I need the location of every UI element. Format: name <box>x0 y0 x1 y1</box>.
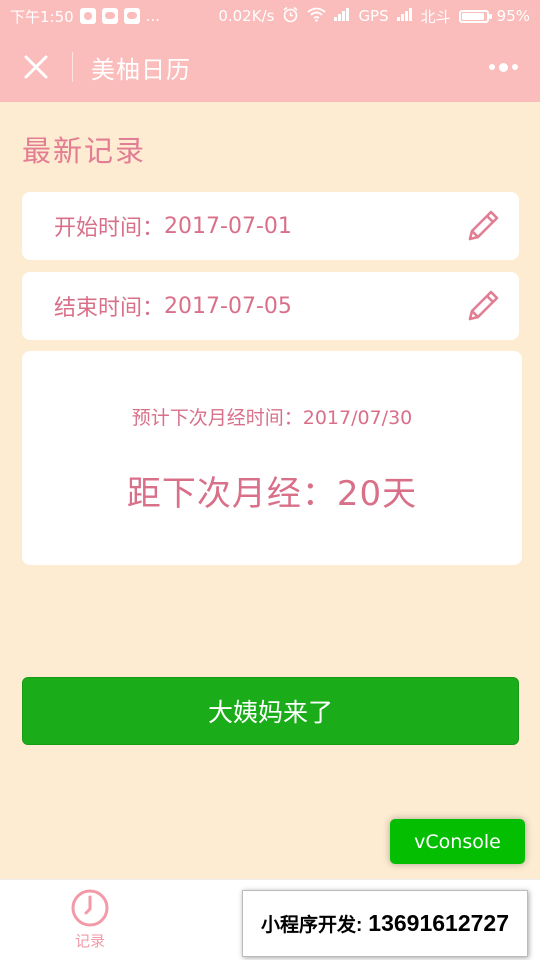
developer-watermark: 小程序开发: 13691612727 <box>242 890 528 957</box>
status-left: 下午1:50 ... <box>10 6 160 27</box>
signal-icon-2 <box>396 7 413 25</box>
clock-icon <box>71 889 109 927</box>
countdown-value: 20天 <box>336 474 418 514</box>
watermark-label: 小程序开发: <box>260 915 363 936</box>
wifi-icon <box>307 7 327 26</box>
battery-icon <box>458 9 492 23</box>
next-period-label: 预计下次月经时间： <box>131 407 303 429</box>
end-date-card: 结束时间： 2017-07-05 <box>22 272 519 340</box>
more-dot-icon <box>498 62 508 72</box>
more-dot-icon <box>511 64 518 70</box>
net-speed: 0.02K/s <box>218 7 275 25</box>
end-date-value: 2017-07-05 <box>164 293 292 319</box>
more-button[interactable] <box>486 50 520 84</box>
start-date-value: 2017-07-01 <box>164 213 292 239</box>
wechat-icon-2 <box>123 8 140 24</box>
security-app-icon <box>79 8 96 24</box>
status-time: 下午1:50 <box>10 7 74 26</box>
status-bar: 下午1:50 ... 0.02K/s GPS 北斗 95% <box>0 0 540 32</box>
next-period-value: 2017/07/30 <box>302 407 413 429</box>
tab-record-label: 记录 <box>74 932 105 950</box>
tab-record[interactable]: 记录 <box>50 888 130 951</box>
status-right: 0.02K/s GPS 北斗 95% <box>218 6 530 27</box>
battery-percent: 95% <box>496 7 530 25</box>
start-date-card: 开始时间： 2017-07-01 <box>22 192 519 260</box>
wechat-icon <box>101 8 118 24</box>
edit-end-button[interactable] <box>463 286 503 326</box>
more-dot-icon <box>488 64 495 70</box>
vconsole-button[interactable]: vConsole <box>390 819 525 864</box>
next-period-date: 预计下次月经时间：2017/07/30 <box>22 403 522 430</box>
section-title: 最新记录 <box>22 134 147 168</box>
watermark-number: 13691612727 <box>368 910 510 936</box>
header: 下午1:50 ... 0.02K/s GPS 北斗 95% 美柚日历 <box>0 0 540 102</box>
alarm-icon <box>282 6 299 27</box>
page-title: 美柚日历 <box>91 55 191 84</box>
status-more: ... <box>145 7 160 25</box>
signal-icon <box>334 7 350 25</box>
nav-divider <box>72 52 73 82</box>
countdown-label: 距下次月经： <box>126 474 337 514</box>
gps-label: GPS <box>358 7 389 25</box>
close-button[interactable] <box>0 32 72 102</box>
nav-bar: 美柚日历 <box>0 32 540 102</box>
prediction-card: 预计下次月经时间：2017/07/30 距下次月经：20天 <box>22 351 522 565</box>
carrier-label: 北斗 <box>420 7 451 26</box>
countdown: 距下次月经：20天 <box>22 466 522 515</box>
pencil-icon <box>468 290 499 321</box>
close-icon <box>24 55 48 79</box>
start-date-label: 开始时间： <box>54 216 165 241</box>
edit-start-button[interactable] <box>463 206 503 246</box>
pencil-icon <box>468 210 499 241</box>
period-started-button[interactable]: 大姨妈来了 <box>22 677 519 745</box>
end-date-label: 结束时间： <box>54 296 165 321</box>
